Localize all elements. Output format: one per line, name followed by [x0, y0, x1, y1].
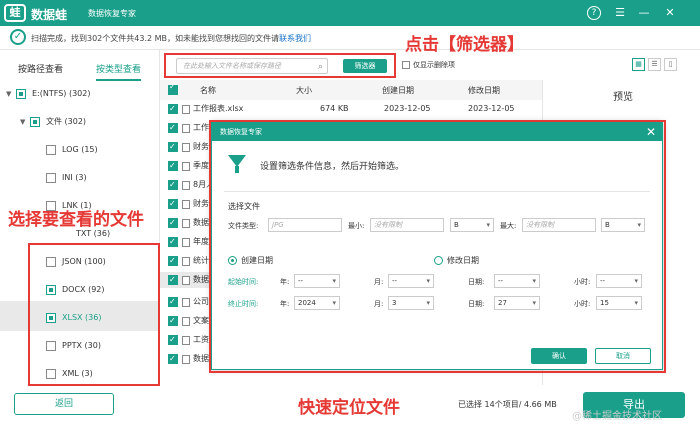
annotation-filter: 点击【筛选器】	[405, 35, 524, 55]
help-icon[interactable]: ?	[587, 6, 601, 20]
col-name[interactable]: 名称	[200, 85, 216, 96]
row-checkbox[interactable]	[168, 253, 178, 269]
expand-arrow-icon[interactable]: ▼	[20, 114, 30, 130]
selection-summary: 已选择 14个项目/ 4.66 MB	[458, 400, 557, 409]
checkbox[interactable]	[46, 172, 56, 183]
list-view-icon[interactable]: ☰	[648, 58, 661, 71]
col-size[interactable]: 大小	[296, 85, 312, 96]
app-subtitle: 数据恢复专家	[88, 9, 136, 18]
table-row[interactable]: 工作报表.xlsx 674 KB 2023-12-05 2023-12-05	[160, 101, 542, 117]
annotation-select-type: 选择要查看的文件	[8, 210, 144, 230]
tree-item-folder[interactable]: ▼ 文件 (302)	[20, 114, 86, 130]
checkbox[interactable]	[16, 88, 26, 99]
row-checkbox[interactable]	[168, 177, 178, 193]
xlsx-file-icon	[182, 355, 190, 364]
xlsx-file-icon	[182, 200, 190, 209]
tree-item-drive[interactable]: ▼ E:(NTFS) (302)	[6, 86, 90, 102]
file-name: 工作报表.xlsx	[193, 104, 244, 113]
title-bar: 蛙 数据蛙 数据恢复专家 ? ☰ — ✕	[0, 0, 700, 26]
row-checkbox[interactable]	[168, 196, 178, 212]
file-name: 数据	[193, 275, 209, 284]
menu-icon[interactable]: ☰	[612, 5, 628, 21]
back-button[interactable]: 返回	[14, 393, 114, 415]
xlsx-file-icon	[182, 257, 190, 266]
checkbox[interactable]	[30, 116, 40, 127]
file-created: 2023-12-05	[384, 104, 431, 113]
xlsx-file-icon	[182, 276, 190, 285]
col-created[interactable]: 创建日期	[382, 85, 414, 96]
scan-summary: 扫描完成，找到302个文件共43.2 MB，如未能找到您想找回的文件请	[31, 34, 280, 43]
app-name: 数据蛙	[31, 8, 68, 22]
preview-title: 预览	[613, 92, 633, 103]
file-name: 年度	[193, 237, 209, 246]
grid-view-icon[interactable]: ▦	[632, 58, 645, 71]
file-name: 数据	[193, 218, 209, 227]
row-checkbox[interactable]	[168, 120, 178, 136]
xlsx-file-icon	[182, 124, 190, 133]
file-modified: 2023-12-05	[468, 104, 515, 113]
row-checkbox[interactable]	[168, 272, 178, 288]
detail-view-icon[interactable]: ▯	[664, 58, 677, 71]
row-checkbox[interactable]	[168, 351, 178, 367]
scan-status-bar: ✓ 扫描完成，找到302个文件共43.2 MB，如未能找到您想找回的文件请联系我…	[0, 26, 700, 50]
row-checkbox[interactable]	[168, 139, 178, 155]
xlsx-file-icon	[182, 238, 190, 247]
close-icon[interactable]: ✕	[662, 5, 678, 21]
tree-item-log[interactable]: LOG (15)	[46, 142, 98, 158]
xlsx-file-icon	[182, 336, 190, 345]
row-checkbox[interactable]	[168, 158, 178, 174]
file-name: 公司	[193, 297, 209, 306]
annotation-locate: 快速定位文件	[298, 398, 400, 418]
minimize-icon[interactable]: —	[636, 5, 652, 21]
file-name: 统计	[193, 256, 209, 265]
select-all-checkbox[interactable]	[168, 82, 178, 95]
file-name: 财务	[193, 142, 209, 151]
only-deleted-toggle[interactable]: 仅显示删除项	[402, 60, 455, 70]
row-checkbox[interactable]	[168, 234, 178, 250]
file-name: 财务	[193, 199, 209, 208]
expand-arrow-icon[interactable]: ▼	[6, 86, 16, 102]
tab-by-path[interactable]: 按路径查看	[18, 62, 63, 75]
watermark: @稀土掘金技术社区	[572, 411, 662, 422]
file-name: 工作	[193, 123, 209, 132]
xlsx-file-icon	[182, 181, 190, 190]
table-header: 名称 大小 创建日期 修改日期	[160, 80, 542, 100]
file-size: 674 KB	[320, 104, 349, 113]
xlsx-file-icon	[182, 143, 190, 152]
row-checkbox[interactable]	[168, 313, 178, 329]
file-type-highlight-box	[28, 243, 160, 386]
row-checkbox[interactable]	[168, 215, 178, 231]
filter-highlight-box	[164, 53, 396, 78]
tab-by-type[interactable]: 按类型查看	[96, 62, 142, 81]
xlsx-file-icon	[182, 298, 190, 307]
file-name: 季度	[193, 161, 209, 170]
scan-status-text: 扫描完成，找到302个文件共43.2 MB，如未能找到您想找回的文件请联系我们	[31, 33, 311, 44]
frog-logo-icon: 蛙	[4, 4, 26, 22]
file-name: 文案	[193, 316, 209, 325]
checkbox[interactable]	[46, 144, 56, 155]
row-checkbox[interactable]	[168, 101, 178, 117]
tree-item-ini[interactable]: INI (3)	[46, 170, 87, 186]
row-checkbox[interactable]	[168, 332, 178, 348]
xlsx-file-icon	[182, 219, 190, 228]
checkbox[interactable]	[402, 61, 410, 69]
dialog-highlight-box	[209, 120, 666, 373]
col-modified[interactable]: 修改日期	[468, 85, 500, 96]
xlsx-file-icon	[182, 105, 190, 114]
xlsx-file-icon	[182, 162, 190, 171]
contact-us-link[interactable]: 联系我们	[279, 34, 311, 43]
file-name: 工资	[193, 335, 209, 344]
check-circle-icon: ✓	[10, 29, 26, 45]
xlsx-file-icon	[182, 317, 190, 326]
row-checkbox[interactable]	[168, 294, 178, 310]
